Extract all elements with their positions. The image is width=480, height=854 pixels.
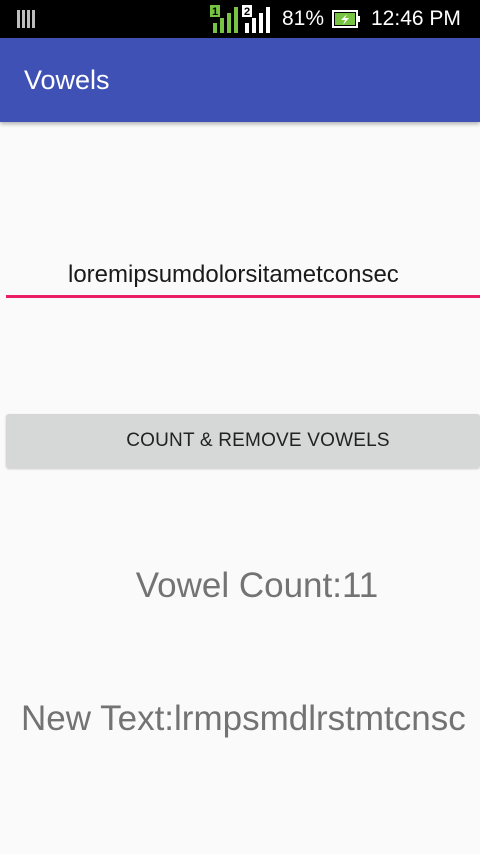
new-text-result: New Text:lrmpsmdlrstmtcnsc — [21, 699, 466, 738]
text-input-value[interactable]: loremipsumdolorsitametconsec — [68, 260, 399, 290]
sim2-label: 2 — [244, 6, 250, 18]
battery-percent: 81% — [282, 7, 325, 30]
status-bar: 1 2 81% 12:46 PM — [0, 0, 480, 38]
clock: 12:46 PM — [371, 7, 461, 30]
count-remove-vowels-button[interactable]: COUNT & REMOVE VOWELS — [6, 414, 480, 468]
signal-sim1-icon: 1 — [210, 5, 238, 33]
text-input[interactable]: loremipsumdolorsitametconsec — [6, 250, 480, 298]
signal-sim2-icon: 2 — [242, 5, 270, 33]
app-title: Vowels — [24, 65, 110, 95]
app-screen: 1 2 81% 12:46 PM Vowels loremipsumdolors… — [0, 0, 480, 854]
app-bar: Vowels — [0, 38, 480, 122]
sim-card-icon — [17, 10, 35, 28]
sim1-label: 1 — [212, 6, 218, 18]
vowel-count-text: Vowel Count:11 — [135, 566, 379, 605]
count-remove-vowels-button-label: COUNT & REMOVE VOWELS — [126, 430, 390, 451]
battery-charging-icon — [332, 10, 360, 28]
